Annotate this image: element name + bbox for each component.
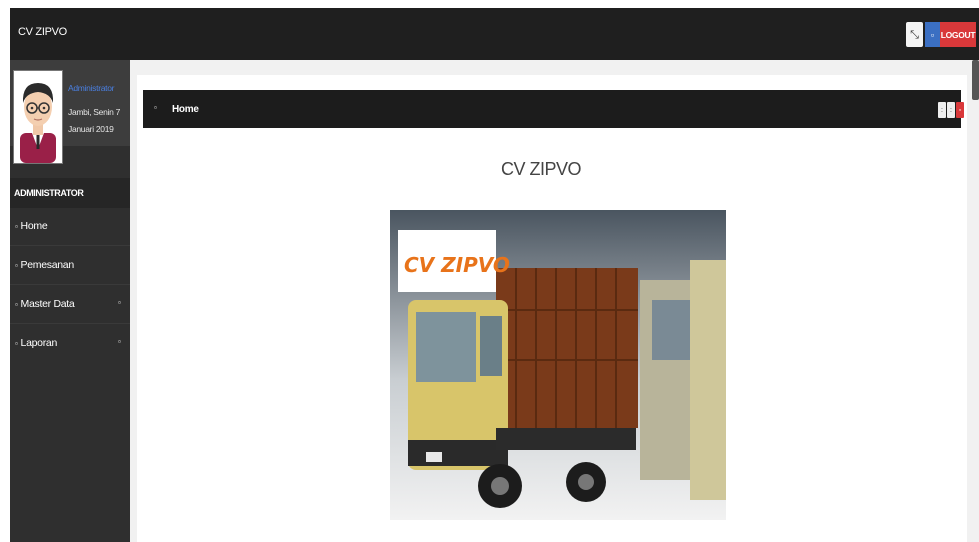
sidebar: Administrator Jambi, Senin 7 Januari 201…: [10, 60, 130, 542]
page-scrollbar[interactable]: [972, 60, 979, 100]
sidebar-item-label: Pemesanan: [20, 259, 75, 271]
sidebar-item-label: Master Data: [20, 298, 75, 310]
user-profile: Administrator Jambi, Senin 7 Januari 201…: [10, 60, 130, 164]
expand-icon: ⤡: [910, 28, 919, 41]
sidebar-item-label: Laporan: [20, 337, 58, 349]
sidebar-item-laporan[interactable]: ▫ Laporan ▫: [10, 325, 130, 363]
app-window: CV ZIPVO ⤡ ▫ LOGOUT Administrator Jambi,…: [10, 8, 979, 542]
square-icon: ▫: [15, 261, 18, 270]
brand-title[interactable]: CV ZIPVO: [18, 26, 67, 38]
sidebar-item-master-data[interactable]: ▫ Master Data ▫: [10, 286, 130, 324]
top-navbar: CV ZIPVO ⤡ ▫ LOGOUT: [10, 8, 979, 60]
square-icon: ▫: [930, 29, 935, 40]
submenu-caret-icon: ▫: [118, 298, 121, 307]
panel-expand-button[interactable]: :: [947, 102, 955, 118]
avatar-image: [14, 71, 62, 163]
user-date: Jambi, Senin 7 Januari 2019: [68, 107, 121, 134]
sidebar-item-label: Home: [20, 220, 48, 232]
truck-illustration: CV ZIPVO: [390, 210, 726, 520]
square-icon: ▫: [15, 222, 18, 231]
panel-close-button[interactable]: ▫: [956, 102, 964, 118]
hero-truck-image: CV ZIPVO: [390, 210, 726, 520]
panel-collapse-button[interactable]: :: [938, 102, 946, 118]
site-title: CV ZIPVO: [501, 159, 582, 179]
logout-button[interactable]: LOGOUT: [940, 22, 976, 47]
sidebar-item-pemesanan[interactable]: ▫ Pemesanan: [10, 247, 130, 285]
square-icon: ▫: [15, 300, 18, 309]
notification-button[interactable]: ▫: [925, 22, 940, 47]
submenu-caret-icon: ▫: [118, 337, 121, 346]
square-icon: ▫: [15, 339, 18, 348]
user-name[interactable]: Administrator: [68, 83, 114, 93]
panel-title: Home: [172, 104, 199, 115]
home-panel: ▫ Home : : ▫ CV ZIPVO CV ZIPVO: [137, 75, 967, 542]
content-area: ▫ Home : : ▫ CV ZIPVO CV ZIPVO: [130, 60, 979, 542]
sidebar-item-home[interactable]: ▫ Home: [10, 208, 130, 246]
hero-logo-text: CV ZIPVO: [404, 253, 510, 277]
square-icon: ▫: [154, 103, 157, 112]
panel-header: ▫ Home : : ▫: [143, 90, 964, 128]
avatar: [13, 70, 63, 164]
fullscreen-button[interactable]: ⤡: [906, 22, 923, 47]
sidebar-heading: ADMINISTRATOR: [10, 178, 130, 208]
